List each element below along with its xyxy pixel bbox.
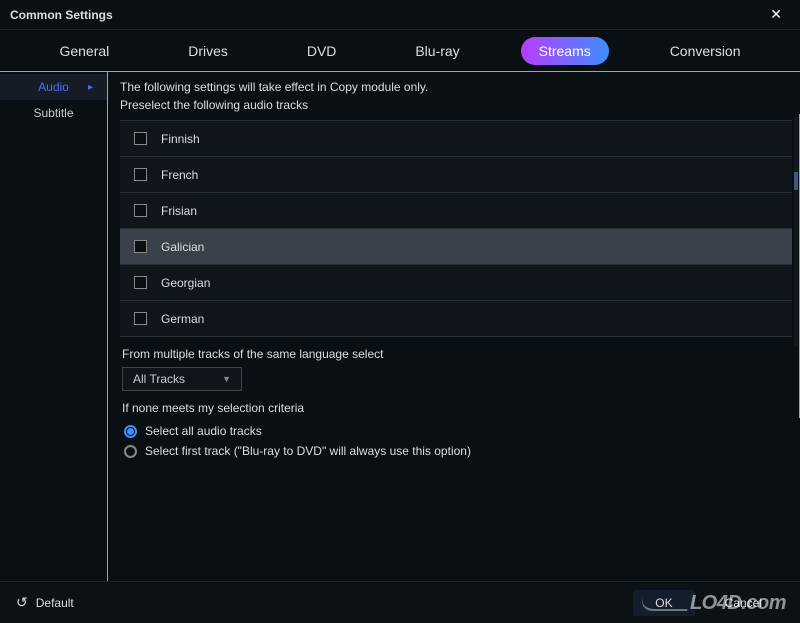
close-icon[interactable]: ✕ (762, 2, 790, 27)
checkbox-galician[interactable] (134, 240, 147, 253)
tracks-dropdown[interactable]: All Tracks ▼ (122, 367, 242, 391)
ok-button[interactable]: OK (633, 590, 694, 616)
tab-streams[interactable]: Streams (521, 37, 609, 65)
lang-row-finnish[interactable]: Finnish (120, 121, 792, 157)
content-panel: The following settings will take effect … (108, 72, 800, 581)
reset-icon: ↺ (16, 594, 28, 611)
lang-label: Galician (161, 240, 204, 254)
lang-row-galician[interactable]: Galician (120, 229, 792, 265)
tab-drives[interactable]: Drives (170, 37, 246, 65)
window-title: Common Settings (10, 8, 113, 22)
tab-bluray[interactable]: Blu-ray (397, 37, 477, 65)
dropdown-value: All Tracks (133, 372, 185, 386)
lang-row-frisian[interactable]: Frisian (120, 193, 792, 229)
none-meets-label: If none meets my selection criteria (122, 401, 792, 415)
main-tabs: General Drives DVD Blu-ray Streams Conve… (0, 30, 800, 72)
lang-row-georgian[interactable]: Georgian (120, 265, 792, 301)
sidebar-item-subtitle[interactable]: Subtitle (0, 100, 107, 126)
radio-icon-selected[interactable] (124, 425, 137, 438)
multi-track-label: From multiple tracks of the same languag… (122, 347, 792, 361)
body-area: Audio Subtitle The following settings wi… (0, 72, 800, 581)
checkbox-german[interactable] (134, 312, 147, 325)
footer: ↺ Default OK Cancel (0, 581, 800, 623)
radio-select-first[interactable]: Select first track ("Blu-ray to DVD" wil… (124, 441, 792, 461)
radio-icon-unselected[interactable] (124, 445, 137, 458)
sidebar: Audio Subtitle (0, 72, 108, 581)
lang-label: Frisian (161, 204, 197, 218)
default-label: Default (36, 596, 74, 610)
lang-row-french[interactable]: French (120, 157, 792, 193)
tab-dvd[interactable]: DVD (289, 37, 355, 65)
cancel-button[interactable]: Cancel (703, 590, 784, 616)
scrollbar-thumb[interactable] (794, 172, 798, 190)
lang-row-german[interactable]: German (120, 301, 792, 337)
chevron-down-icon: ▼ (222, 374, 231, 384)
tab-general[interactable]: General (41, 37, 127, 65)
titlebar: Common Settings ✕ (0, 0, 800, 30)
intro-text-1: The following settings will take effect … (120, 80, 792, 94)
radio-label: Select first track ("Blu-ray to DVD" wil… (145, 444, 471, 458)
checkbox-georgian[interactable] (134, 276, 147, 289)
default-button[interactable]: ↺ Default (16, 594, 74, 611)
scrollbar-track (794, 117, 798, 347)
lang-label: Georgian (161, 276, 210, 290)
intro-text-2: Preselect the following audio tracks (120, 98, 792, 112)
tab-conversion[interactable]: Conversion (652, 37, 759, 65)
footer-right: OK Cancel (633, 590, 784, 616)
lang-label: Finnish (161, 132, 200, 146)
sidebar-item-audio[interactable]: Audio (0, 74, 107, 100)
radio-group: Select all audio tracks Select first tra… (124, 421, 792, 461)
lang-label: German (161, 312, 204, 326)
lang-label: French (161, 168, 198, 182)
radio-label: Select all audio tracks (145, 424, 262, 438)
checkbox-french[interactable] (134, 168, 147, 181)
checkbox-frisian[interactable] (134, 204, 147, 217)
radio-select-all[interactable]: Select all audio tracks (124, 421, 792, 441)
language-list: Finnish French Frisian Galician Georgian… (120, 120, 792, 337)
checkbox-finnish[interactable] (134, 132, 147, 145)
